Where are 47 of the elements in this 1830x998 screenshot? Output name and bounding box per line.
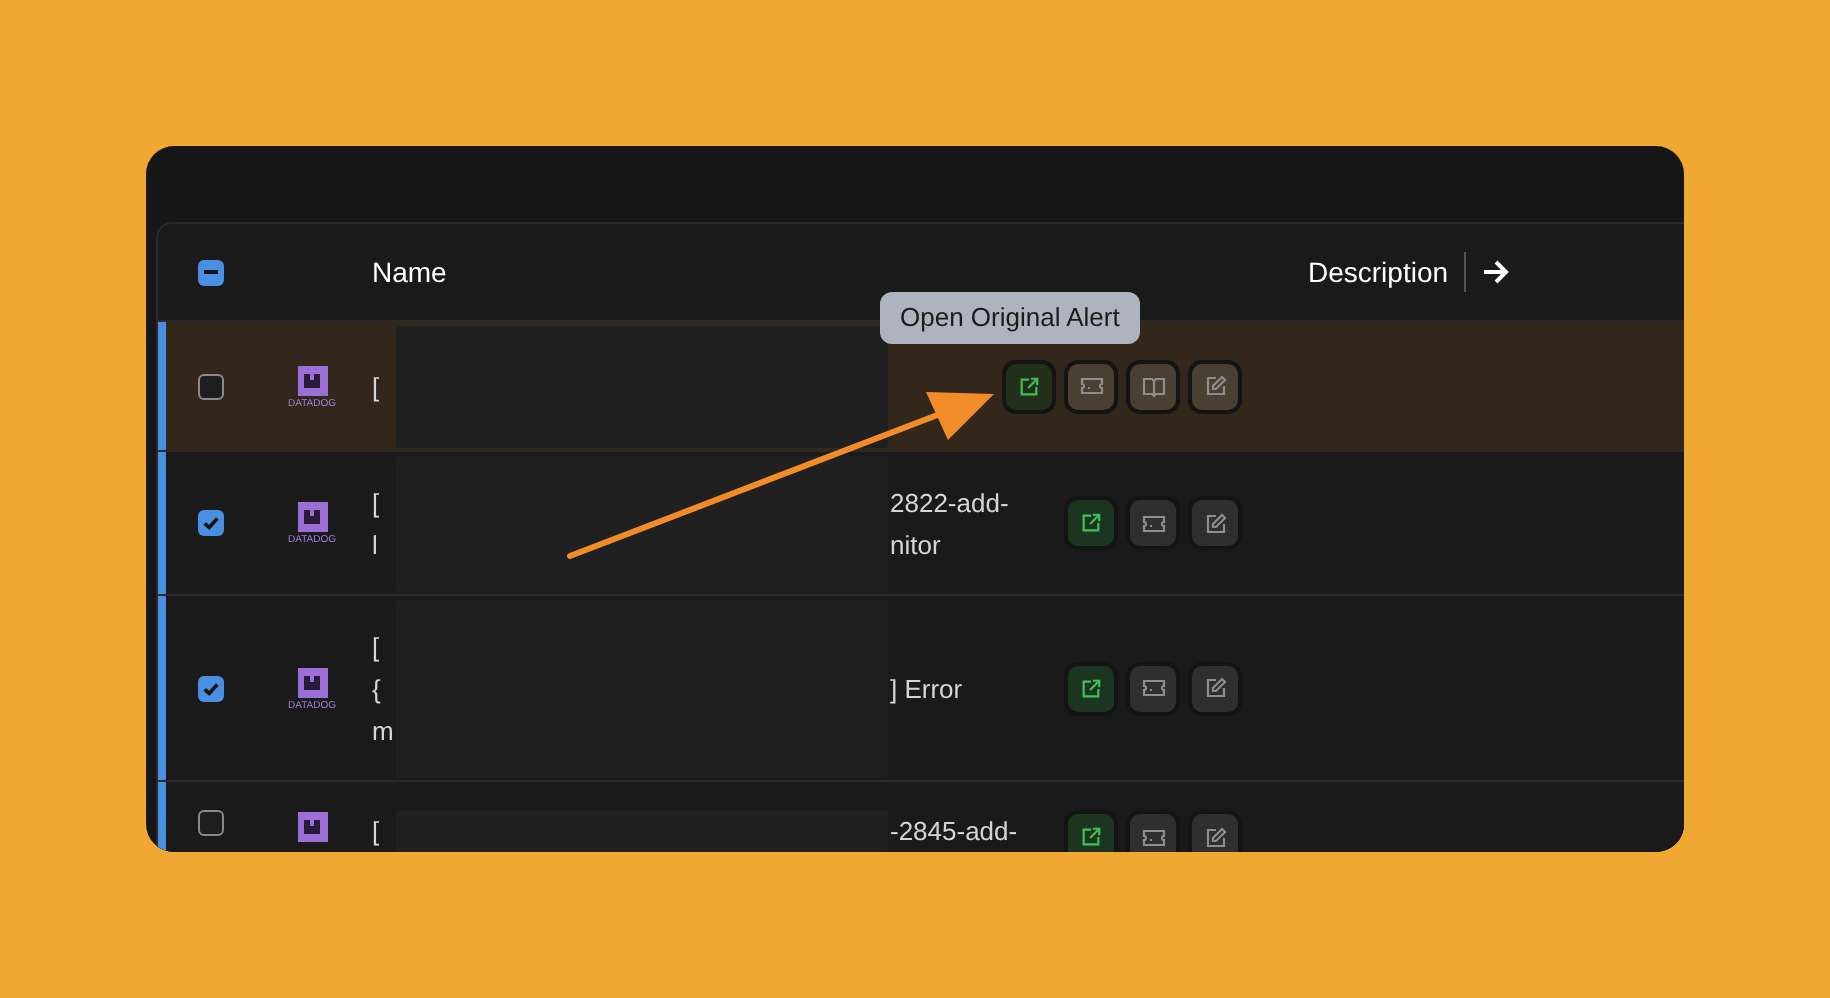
book-icon	[1141, 375, 1165, 397]
action-button[interactable]	[1188, 359, 1242, 413]
name-text: nitor	[890, 529, 941, 559]
action-button[interactable]	[1126, 661, 1180, 715]
open-link-icon	[1018, 375, 1040, 397]
name-text: -2845-add-	[890, 816, 1018, 846]
name-text: [	[372, 371, 380, 401]
arrow-right-icon[interactable]	[1482, 258, 1511, 286]
action-button[interactable]	[1002, 359, 1056, 413]
action-button[interactable]	[1064, 359, 1118, 413]
column-header: Name	[372, 253, 449, 291]
ticket-icon	[1079, 376, 1103, 396]
name-text: 2822-add-	[890, 487, 1009, 517]
action-button[interactable]	[1126, 359, 1180, 413]
name-text: m	[372, 715, 394, 745]
tooltip: Open Original Alert	[880, 292, 1140, 344]
action-button[interactable]	[1188, 810, 1242, 852]
checkbox[interactable]	[198, 675, 224, 701]
column-header: Description	[1308, 253, 1449, 292]
checkbox[interactable]	[198, 373, 224, 399]
name-text: ] Error	[890, 673, 963, 703]
edit-icon	[1203, 676, 1227, 700]
ticket-icon	[1141, 513, 1165, 533]
open-link-icon	[1080, 677, 1102, 699]
name-text: [	[372, 631, 380, 661]
name-text: [	[372, 487, 380, 517]
name-text: l	[372, 529, 378, 559]
checkbox[interactable]	[198, 810, 224, 836]
name-text: [	[372, 816, 380, 846]
name-text: {	[372, 673, 381, 703]
open-link-icon	[1080, 512, 1102, 534]
action-button[interactable]	[1064, 810, 1118, 852]
edit-icon	[1203, 511, 1227, 535]
table-row[interactable]: [ -2845-add-	[158, 782, 1684, 852]
edit-icon	[1203, 825, 1227, 849]
action-button[interactable]	[1188, 661, 1242, 715]
action-button[interactable]	[1126, 496, 1180, 550]
action-button[interactable]	[1126, 810, 1180, 852]
action-button[interactable]	[1188, 496, 1242, 550]
ticket-icon	[1141, 827, 1165, 847]
ticket-icon	[1141, 678, 1165, 698]
open-link-icon	[1080, 826, 1102, 848]
checkbox[interactable]	[198, 510, 224, 536]
edit-icon	[1203, 374, 1227, 398]
action-button[interactable]	[1064, 661, 1118, 715]
checkbox[interactable]	[198, 259, 224, 285]
action-button[interactable]	[1064, 496, 1118, 550]
